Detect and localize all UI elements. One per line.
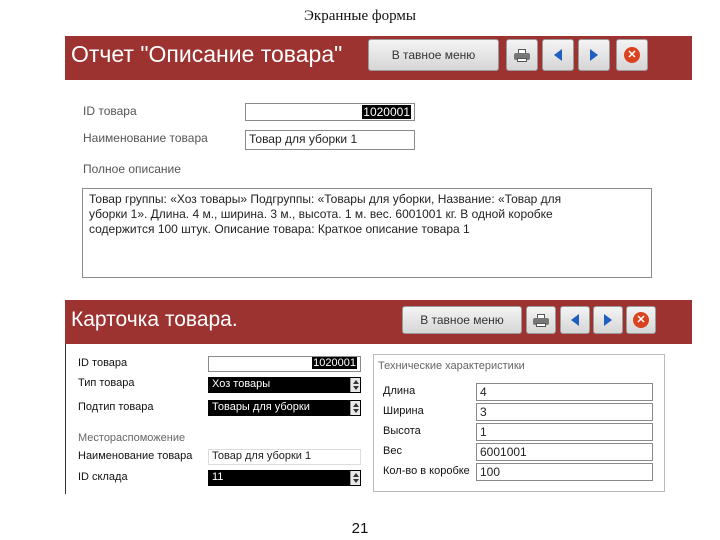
type-value: Хоз товары	[212, 378, 271, 390]
slide-title: Экранные формы	[304, 8, 416, 24]
loc-name-field[interactable]: Товар для уборки 1	[208, 449, 361, 465]
form1-header: Отчет "Описание товара" В тавное меню ✕	[65, 36, 692, 80]
id-value: 1020001	[362, 105, 411, 119]
location-section-title: Местораспоможение	[78, 432, 186, 444]
print-button[interactable]	[506, 39, 538, 71]
warehouse-label: ID склада	[78, 471, 128, 483]
warehouse-select[interactable]: 11	[208, 470, 361, 486]
id-label: ID товара	[83, 104, 137, 118]
name-label: Наименование товара	[83, 131, 208, 145]
close-icon: ✕	[624, 47, 640, 63]
name-value: Товар для уборки 1	[249, 132, 358, 146]
warehouse-value: 11	[212, 471, 224, 483]
width-value: 3	[480, 405, 487, 419]
weight-value: 6001001	[480, 445, 527, 459]
close-button[interactable]: ✕	[616, 39, 648, 71]
arrow-right-icon	[590, 49, 598, 61]
weight-label: Вес	[383, 445, 402, 457]
arrow-right-icon	[604, 314, 612, 326]
card-id-value: 1020001	[312, 357, 357, 369]
form2-header: Карточка товара. В тавное меню ✕	[65, 300, 692, 344]
form2-body: ID товара 1020001 Тип товара Хоз товары …	[65, 344, 692, 494]
card-id-field[interactable]: 1020001	[208, 356, 361, 372]
main-menu-button-label: В тавное меню	[391, 48, 476, 62]
length-field[interactable]: 4	[476, 383, 653, 401]
form1-body: ID товара 1020001 Наименование товара То…	[65, 80, 692, 290]
type-spinner-icon[interactable]	[350, 378, 360, 392]
weight-field[interactable]: 6001001	[476, 443, 653, 461]
qty-field[interactable]: 100	[476, 463, 653, 481]
description-line: Товар группы: «Хоз товары» Подгруппы: «Т…	[89, 192, 562, 206]
print-button-2[interactable]	[526, 306, 556, 334]
description-line: содержится 100 штук. Описание товара: Кр…	[89, 222, 470, 236]
length-value: 4	[480, 385, 487, 399]
arrow-left-icon	[554, 49, 562, 61]
close-icon: ✕	[633, 312, 649, 328]
printer-icon	[533, 313, 549, 327]
type-label: Тип товара	[78, 377, 135, 389]
full-description-label: Полное описание	[83, 162, 181, 176]
card-id-label: ID товара	[78, 357, 128, 369]
width-field[interactable]: 3	[476, 403, 653, 421]
main-menu-button-label: В тавное меню	[420, 313, 504, 327]
printer-icon	[514, 48, 530, 62]
tech-section-title: Технические характеристики	[378, 360, 525, 372]
qty-label: Кол-во в коробке	[383, 465, 470, 477]
main-menu-button-2[interactable]: В тавное меню	[402, 306, 522, 334]
prev-button[interactable]	[542, 39, 574, 71]
arrow-left-icon	[571, 314, 579, 326]
qty-value: 100	[480, 465, 501, 479]
height-field[interactable]: 1	[476, 423, 653, 441]
main-menu-button[interactable]: В тавное меню	[368, 39, 499, 71]
height-value: 1	[480, 425, 487, 439]
next-button-2[interactable]	[593, 306, 623, 334]
type-select[interactable]: Хоз товары	[208, 377, 361, 393]
warehouse-spinner-icon[interactable]	[350, 471, 360, 485]
loc-name-value: Товар для уборки 1	[212, 450, 312, 462]
next-button[interactable]	[578, 39, 610, 71]
description-line: уборки 1». Длина. 4 м., ширина. 3 м., вы…	[89, 207, 553, 221]
height-label: Высота	[383, 425, 421, 437]
form2-title: Карточка товара.	[71, 308, 238, 331]
length-label: Длина	[383, 385, 416, 397]
page-number: 21	[351, 520, 369, 537]
subtype-label: Подтип товара	[78, 401, 154, 413]
subtype-spinner-icon[interactable]	[350, 401, 360, 415]
close-button-2[interactable]: ✕	[626, 306, 656, 334]
subtype-value: Товары для уборки	[212, 401, 310, 413]
full-description-field[interactable]: Товар группы: «Хоз товары» Подгруппы: «Т…	[82, 188, 652, 278]
name-field[interactable]: Товар для уборки 1	[245, 130, 415, 150]
subtype-select[interactable]: Товары для уборки	[208, 400, 361, 416]
loc-name-label: Наименование товара	[78, 450, 193, 462]
prev-button-2[interactable]	[560, 306, 590, 334]
width-label: Ширина	[383, 405, 424, 417]
form1-title: Отчет "Описание товара"	[71, 41, 343, 67]
id-field[interactable]: 1020001	[245, 103, 415, 121]
